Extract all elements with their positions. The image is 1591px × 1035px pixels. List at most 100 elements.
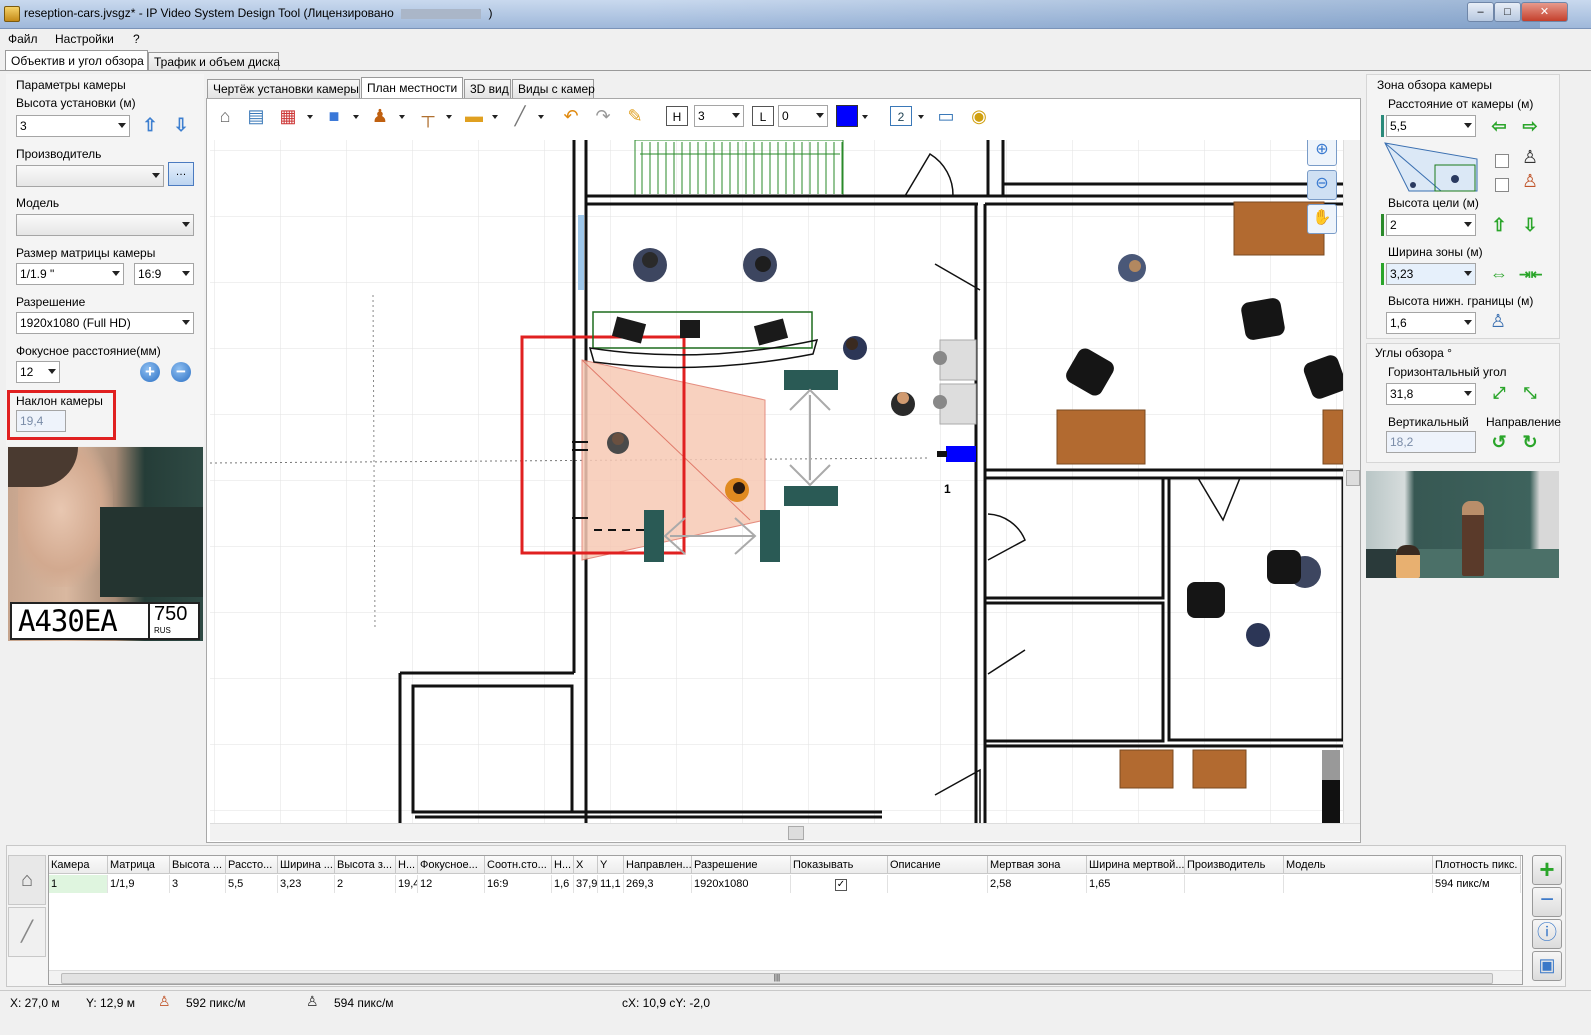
table-cell[interactable]: 1,6 <box>552 875 574 893</box>
table-cell[interactable]: 3,23 <box>278 875 335 893</box>
resolution-combo[interactable]: 1920x1080 (Full HD) <box>16 312 194 334</box>
tab-traffic-disk[interactable]: Трафик и объем диска <box>148 52 280 70</box>
table-cell[interactable]: 19,4 <box>396 875 418 893</box>
menu-settings[interactable]: Настройки <box>55 32 114 46</box>
column-header[interactable]: Высота з... <box>335 856 396 874</box>
browse-manufacturer-button[interactable]: … <box>168 162 194 186</box>
column-header[interactable]: Разрешение <box>692 856 791 874</box>
rotate-left-icon[interactable]: ↺ <box>1488 431 1510 453</box>
column-header[interactable]: Плотность пикс. <box>1433 856 1521 874</box>
table-cell[interactable]: 1920x1080 <box>692 875 791 893</box>
cube-icon[interactable]: ■ <box>322 104 346 128</box>
column-header[interactable]: Описание <box>888 856 988 874</box>
canvas-vertical-scrollbar[interactable] <box>1343 140 1360 823</box>
column-header[interactable]: Y <box>598 856 624 874</box>
target-up-arrow-icon[interactable]: ⇧ <box>1488 214 1510 236</box>
width-shrink-icon[interactable]: ⇥⇤ <box>1519 263 1542 285</box>
tab-3d-view[interactable]: 3D вид <box>464 79 511 98</box>
cube-dropdown-icon[interactable] <box>353 115 359 119</box>
show-checkbox[interactable]: ✓ <box>835 879 847 891</box>
pan-hand-icon[interactable]: ✋ <box>1307 204 1337 234</box>
page-number-box[interactable]: 2 <box>890 106 912 126</box>
table-cell[interactable]: 1,65 <box>1087 875 1185 893</box>
sensor-size-combo[interactable]: 1/1.9 " <box>16 263 124 285</box>
column-header[interactable]: Н... <box>396 856 418 874</box>
angle-widen-icon[interactable]: ⤢ <box>1488 383 1510 405</box>
camera-snapshot-icon[interactable]: ▣ <box>1532 951 1562 981</box>
table-line-icon[interactable]: ╱ <box>8 907 46 957</box>
distance-left-arrow-icon[interactable]: ⇦ <box>1488 115 1510 137</box>
info-icon[interactable]: ⓘ <box>1532 919 1562 949</box>
column-header[interactable]: X <box>574 856 598 874</box>
h-height-combo[interactable]: 3 <box>694 105 744 127</box>
table-cell[interactable]: 5,5 <box>226 875 278 893</box>
column-header[interactable]: Высота ... <box>170 856 226 874</box>
angle-narrow-icon[interactable]: ⤡ <box>1519 383 1541 405</box>
distance-right-arrow-icon[interactable]: ⇨ <box>1519 115 1541 137</box>
brick-wall-icon[interactable]: ▦ <box>276 104 300 128</box>
column-header[interactable]: Н... <box>552 856 574 874</box>
rotate-right-icon[interactable]: ↻ <box>1519 431 1541 453</box>
table-cell[interactable] <box>888 875 988 893</box>
focal-length-combo[interactable]: 12 <box>16 361 60 383</box>
tab-site-plan[interactable]: План местности <box>361 77 463 98</box>
lower-bound-combo[interactable]: 1,6 <box>1386 312 1476 334</box>
measure-tape-icon[interactable]: ◉ <box>966 104 992 128</box>
remove-camera-icon[interactable]: − <box>1532 887 1562 917</box>
canvas-horizontal-scrollbar[interactable] <box>210 823 1360 841</box>
table-cell[interactable]: 269,3 <box>624 875 692 893</box>
redo-icon[interactable]: ↷ <box>590 104 616 128</box>
face-checkbox[interactable] <box>1495 154 1509 168</box>
table-cell[interactable]: 3 <box>170 875 226 893</box>
column-header[interactable]: Камера <box>49 856 108 874</box>
person-checkbox[interactable] <box>1495 178 1509 192</box>
menu-help[interactable]: ? <box>133 32 140 46</box>
tab-camera-views[interactable]: Виды с камер <box>512 79 595 98</box>
column-header[interactable]: Матрица <box>108 856 170 874</box>
table-cell[interactable]: 2 <box>335 875 396 893</box>
color-dropdown-icon[interactable] <box>862 115 868 119</box>
install-height-combo[interactable]: 3 <box>16 115 130 137</box>
minimize-button[interactable]: – <box>1467 2 1494 22</box>
table-cell[interactable]: 2,58 <box>988 875 1087 893</box>
table-cell[interactable]: 16:9 <box>485 875 552 893</box>
width-expand-icon[interactable]: ⇔ <box>1488 263 1510 285</box>
table-horizontal-scrollbar[interactable]: ||| <box>49 970 1522 984</box>
column-header[interactable]: Ширина ... <box>278 856 335 874</box>
color-picker-swatch[interactable] <box>836 105 858 127</box>
floorplan-tool-icon[interactable]: ▤ <box>244 104 268 128</box>
page-dropdown-icon[interactable] <box>918 115 924 119</box>
table-camera-icon[interactable]: ⌂ <box>8 855 46 905</box>
height-down-arrow-icon[interactable]: ⇩ <box>170 114 192 136</box>
column-header[interactable]: Производитель <box>1185 856 1284 874</box>
column-header[interactable]: Рассто... <box>226 856 278 874</box>
brick-dropdown-icon[interactable] <box>307 115 313 119</box>
table-cell[interactable]: 11,1 <box>598 875 624 893</box>
column-header[interactable]: Модель <box>1284 856 1433 874</box>
line-dropdown-icon[interactable] <box>538 115 544 119</box>
add-camera-icon[interactable]: + <box>1532 855 1562 885</box>
table-cell[interactable]: 1/1,9 <box>108 875 170 893</box>
target-down-arrow-icon[interactable]: ⇩ <box>1519 214 1541 236</box>
l-level-combo[interactable]: 0 <box>778 105 828 127</box>
vertical-scroll-thumb[interactable] <box>1346 470 1360 486</box>
height-up-arrow-icon[interactable]: ⇧ <box>139 114 161 136</box>
tab-lens-angle[interactable]: Объектив и угол обзора <box>5 50 148 70</box>
column-header[interactable]: Мертвая зона <box>988 856 1087 874</box>
car-dropdown-icon[interactable] <box>492 115 498 119</box>
line-tool-icon[interactable]: ╱ <box>506 104 534 128</box>
focal-plus-icon[interactable]: + <box>140 362 160 382</box>
table-cell[interactable]: 1 <box>49 875 108 893</box>
zone-width-combo[interactable]: 3,23 <box>1386 263 1476 285</box>
table-scroll-thumb[interactable]: ||| <box>61 973 1493 984</box>
undo-icon[interactable]: ↶ <box>558 104 584 128</box>
table-cell[interactable] <box>1185 875 1284 893</box>
site-plan-canvas[interactable]: 1 ⊕ ⊖ ✋ <box>210 140 1343 823</box>
model-combo[interactable] <box>16 214 194 236</box>
eraser-icon[interactable]: ✎ <box>622 104 648 128</box>
focal-minus-icon[interactable]: − <box>171 362 191 382</box>
camera-tool-icon[interactable]: ⌂ <box>212 104 238 128</box>
table-cell[interactable]: 594 пикс/м <box>1433 875 1521 893</box>
furniture-icon[interactable]: ┬ <box>414 104 442 128</box>
table-cell[interactable]: 37,9 <box>574 875 598 893</box>
